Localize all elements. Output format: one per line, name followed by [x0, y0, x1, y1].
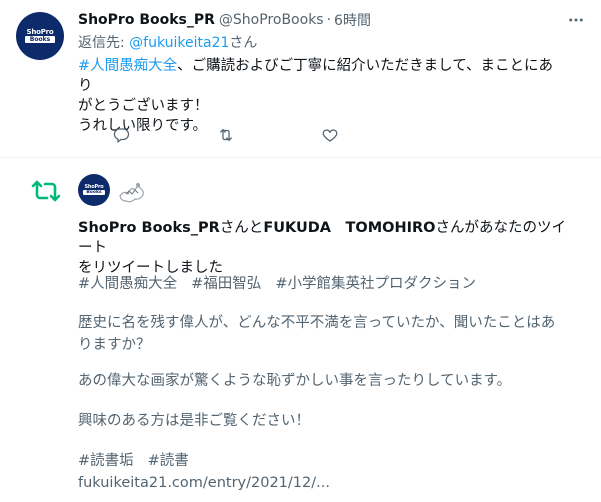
retweet-icon — [220, 129, 232, 141]
like-icon — [322, 129, 338, 142]
quoted-paragraph-1: 歴史に名を残す偉人が、どんな不平不満を言っていたか、聞いたことはあ りますか？ — [78, 312, 578, 356]
reply-suffix: さん — [229, 35, 258, 51]
shopro-avatar-small[interactable]: ShoPro Books — [78, 174, 110, 206]
quoted-hashtag: #小学館集英社プロダクション — [275, 276, 476, 292]
quoted-link: fukuikeita21.com/entry/2021/12/... — [78, 475, 330, 491]
retweet-icon — [31, 180, 61, 202]
quoted-p1-line2: りますか？ — [78, 337, 151, 353]
header-separator: · — [326, 12, 332, 28]
display-name[interactable]: ShoPro Books_PR — [78, 12, 215, 28]
shopro-avatar[interactable]: ShoPro Books — [16, 12, 64, 60]
quoted-paragraph-3: 興味のある方は是非ご覧ください！ — [78, 413, 310, 429]
user-handle[interactable]: @ShoProBooks — [219, 12, 324, 28]
reply-button[interactable] — [112, 124, 130, 146]
quoted-hashtag: #読書垢 — [78, 453, 134, 469]
avatar-logo-text-top: ShoPro — [26, 28, 54, 36]
quoted-hashtag: #読書 — [147, 453, 189, 469]
retweet-button[interactable] — [216, 124, 236, 146]
like-button[interactable] — [321, 124, 339, 146]
more-dots-icon[interactable] — [562, 6, 590, 34]
quoted-hashtags-2: #読書垢 #読書 — [78, 450, 578, 472]
reply-tweet[interactable]: ShoPro Books ShoPro Books_PR @ShoProBook… — [0, 0, 601, 158]
tweet-body: #人間愚痴大全、ご購読およびご丁寧に紹介いただきまして、まことにあり がとうござ… — [78, 56, 558, 136]
reply-mention-link[interactable]: @fukuikeita21 — [129, 35, 229, 51]
fukuda-avatar[interactable] — [116, 176, 148, 204]
quoted-paragraph-2: あの偉大な画家が驚くような恥ずかしい事を言ったりしています。 — [78, 373, 512, 389]
reply-prefix: 返信先: — [78, 35, 130, 51]
avatar-logo-text-bottom: Books — [25, 36, 55, 43]
reply-to-line: 返信先: @fukuikeita21さん — [78, 32, 257, 52]
notif-user1[interactable]: ShoPro Books_PR — [78, 220, 220, 236]
hashtag-link[interactable]: #人間愚痴大全 — [78, 58, 177, 74]
avatar-logo-text-bottom: Books — [83, 190, 105, 195]
tweet-header: ShoPro Books_PR @ShoProBooks · 6時間 — [78, 10, 371, 30]
reply-icon — [113, 128, 130, 144]
tweet-text-line2: がとうございます！ — [78, 98, 209, 114]
quoted-hashtag: #福田智弘 — [191, 276, 262, 292]
quoted-p1-line1: 歴史に名を残す偉人が、どんな不平不満を言っていたか、聞いたことはあ — [78, 315, 556, 331]
tweet-text-line3: うれしい限りです。 — [78, 118, 208, 134]
quoted-hashtags: #人間愚痴大全 #福田智弘 #小学館集英社プロダクション — [78, 273, 578, 295]
notification-text: ShoPro Books_PRさんとFUKUDA TOMOHIROさんがあなたの… — [78, 218, 578, 278]
tweet-timestamp[interactable]: 6時間 — [334, 10, 371, 30]
quoted-hashtag: #人間愚痴大全 — [78, 276, 178, 292]
notif-connector: さんと — [219, 220, 264, 236]
notif-user2[interactable]: FUKUDA TOMOHIRO — [263, 220, 435, 236]
